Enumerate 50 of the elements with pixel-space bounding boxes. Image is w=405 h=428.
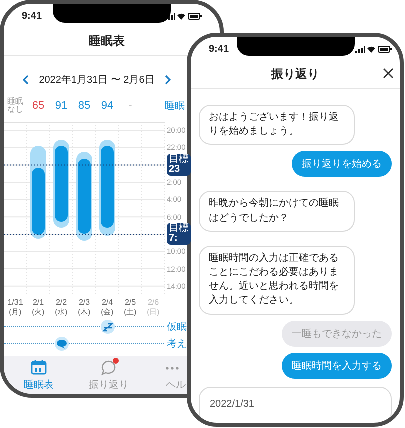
wifi-icon — [367, 46, 376, 52]
sleep-score: 65 — [31, 100, 46, 112]
battery-icon — [378, 46, 392, 52]
calendar-icon — [31, 360, 47, 376]
chevron-right-icon[interactable] — [164, 75, 171, 85]
sleep-score: 94 — [100, 100, 115, 112]
chat-message: 昨晩から今朝にかけての睡眠はどうでしたか？ — [199, 191, 355, 232]
sleep-score: 睡眠なし — [6, 98, 24, 114]
tab-item[interactable]: 振り返り — [74, 356, 144, 394]
wifi-icon — [177, 12, 186, 20]
day-date: 2/6 — [148, 298, 160, 307]
reply-button[interactable]: 振り返りを始める — [292, 151, 392, 178]
signal-icon — [355, 46, 365, 52]
date-range: 2022年1月31日 〜 2月6日 — [39, 74, 155, 87]
day-date: 2/1 — [32, 298, 44, 307]
tab-item[interactable]: 睡眠表 — [4, 356, 74, 394]
reply-button[interactable]: 睡眠時間を入力する — [282, 352, 392, 378]
day-date: 2/4 — [102, 298, 114, 307]
sleep-score: - — [128, 100, 134, 112]
close-button[interactable] — [383, 68, 394, 79]
clock-time: 9:41 — [209, 44, 230, 54]
target-label: 目標 — [169, 224, 189, 234]
speech-bubble-icon — [101, 360, 117, 376]
tab-item[interactable]: ヘル — [144, 356, 188, 394]
clock-time: 9:41 — [22, 10, 42, 22]
column-label: 睡眠 — [165, 100, 186, 113]
legend-label: 仮眠 — [167, 320, 187, 334]
close-icon — [383, 68, 394, 79]
sleep-score: 91 — [54, 100, 69, 112]
signal-icon — [165, 12, 175, 20]
target-label: 目標 — [169, 155, 189, 166]
target-time: 7: — [169, 234, 179, 244]
battery-icon — [188, 12, 202, 20]
date-text: 2022/1/31 — [210, 398, 254, 410]
day-date: 2/2 — [56, 298, 68, 307]
chevron-left-icon[interactable] — [23, 75, 30, 85]
chat-message: おはようございます！振り返りを始めましょう。 — [199, 105, 355, 146]
screen-title: 睡眠表 — [89, 33, 125, 50]
day-date: 1/31 — [8, 298, 24, 307]
target-time: 23 — [169, 165, 182, 176]
reply-button[interactable]: 一睡もできなかった — [282, 320, 392, 346]
day-date: 2/3 — [78, 298, 90, 307]
speech-bubble-icon — [54, 337, 68, 351]
screen-title: 振り返り — [272, 66, 320, 83]
sleep-score: 85 — [77, 100, 92, 112]
sleep-icon — [100, 320, 114, 334]
day-date: 2/5 — [124, 298, 136, 307]
chat-message: 睡眠時間の入力は正確であることにこだわる必要はありません。近いと思われる時間を入力してください。 — [199, 246, 355, 314]
legend-label: 考え — [167, 338, 187, 350]
more-icon — [166, 366, 179, 370]
